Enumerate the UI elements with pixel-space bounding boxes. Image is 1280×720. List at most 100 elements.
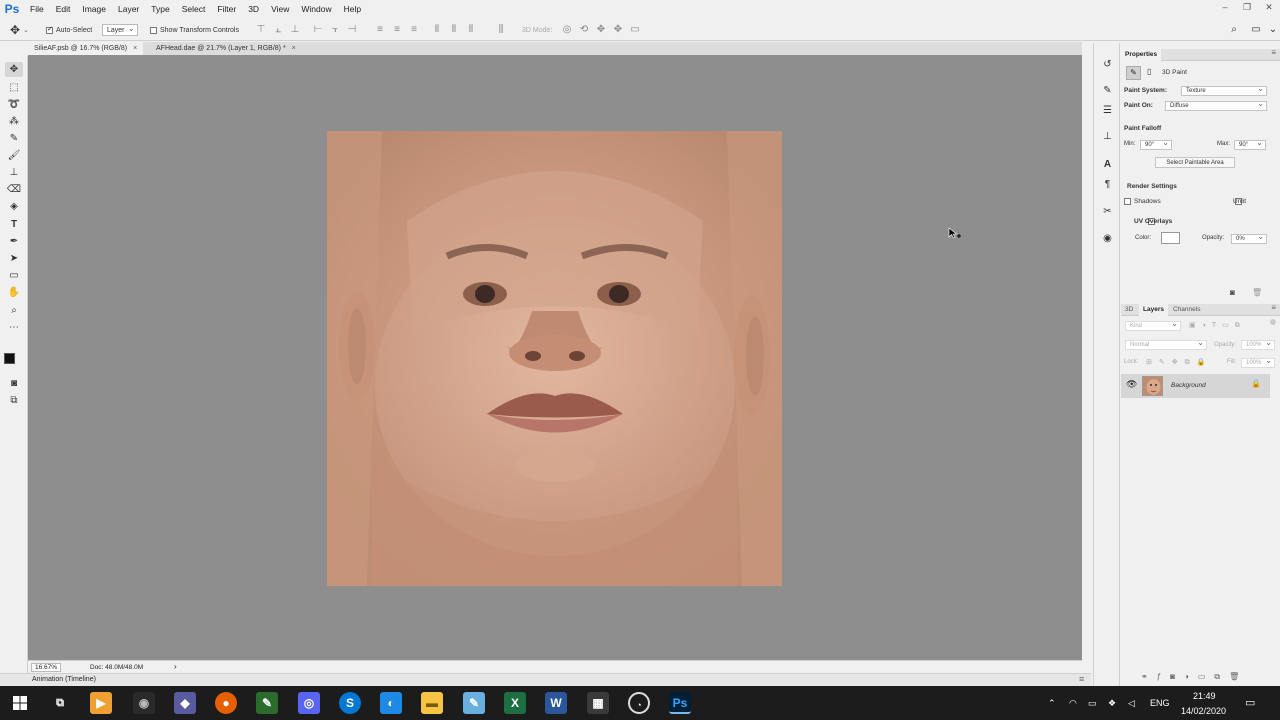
blend-mode-dropdown[interactable]: Normal xyxy=(1125,338,1207,350)
app-notes-icon[interactable]: ✎ xyxy=(463,692,485,714)
photoshop-taskbar-icon[interactable]: Ps xyxy=(669,692,691,714)
obs-icon[interactable]: ◔ xyxy=(628,692,650,714)
align-top-icon[interactable]: ⊤ xyxy=(256,24,266,35)
menu-layer[interactable]: Layer xyxy=(112,0,145,18)
menu-filter[interactable]: Filter xyxy=(211,0,242,18)
lasso-tool-icon[interactable]: ➰ xyxy=(5,97,23,112)
clone-source-icon[interactable]: ⊥ xyxy=(1100,129,1115,144)
media-player-icon[interactable]: ▶ xyxy=(90,692,112,714)
align-hcenter-icon[interactable]: ⫟ xyxy=(330,24,340,35)
menu-edit[interactable]: Edit xyxy=(50,0,77,18)
tab-layers[interactable]: Layers xyxy=(1139,304,1168,316)
menu-3d[interactable]: 3D xyxy=(242,0,265,18)
pan-3d-icon[interactable]: ✥ xyxy=(596,24,606,35)
menu-type[interactable]: Type xyxy=(145,0,175,18)
align-vcenter-icon[interactable]: ⫠ xyxy=(273,24,283,35)
paint-bucket-tool-icon[interactable]: ◈ xyxy=(5,199,23,214)
timeline-label[interactable]: Animation (Timeline) xyxy=(32,676,96,683)
panel-menu-icon[interactable]: ≡ xyxy=(1271,303,1276,312)
new-layer-icon[interactable]: ⧉ xyxy=(1214,672,1229,681)
hand-tool-icon[interactable]: ✋ xyxy=(5,285,23,300)
layer-style-icon[interactable]: ƒ xyxy=(1157,672,1170,681)
more-tools-icon[interactable]: ⋯ xyxy=(5,320,23,335)
language-indicator[interactable]: ENG xyxy=(1150,686,1170,720)
battery-icon[interactable]: ▭ xyxy=(1088,686,1097,720)
paragraph-icon[interactable]: ¶ xyxy=(1100,177,1115,192)
file-explorer-icon[interactable]: ▬ xyxy=(421,692,443,714)
overlay-opacity-field[interactable]: 0% xyxy=(1231,232,1267,244)
tools-preset-icon[interactable]: ✂ xyxy=(1100,204,1115,219)
foreground-color-swatch[interactable] xyxy=(4,353,15,364)
tab-3d[interactable]: 3D xyxy=(1121,304,1137,316)
notifications-icon[interactable]: ▭ xyxy=(1245,686,1255,720)
app-browser-icon[interactable]: ◐ xyxy=(380,692,402,714)
calculator-icon[interactable]: ▦ xyxy=(587,692,609,714)
tab-channels[interactable]: Channels xyxy=(1169,304,1204,316)
menu-image[interactable]: Image xyxy=(76,0,112,18)
stamp-tool-icon[interactable]: ⊥ xyxy=(5,165,23,180)
close-tab-icon[interactable]: × xyxy=(292,45,296,52)
quick-mask-icon[interactable]: ◙ xyxy=(5,376,23,391)
eyedropper-tool-icon[interactable]: ✎ xyxy=(5,131,23,146)
pen-tool-icon[interactable]: ✒ xyxy=(5,234,23,249)
menu-help[interactable]: Help xyxy=(338,0,367,18)
app-editor-icon[interactable]: ✎ xyxy=(256,692,278,714)
render-icon[interactable]: ◙ xyxy=(1230,288,1235,297)
history-icon[interactable]: ↺ xyxy=(1100,57,1115,72)
menu-file[interactable]: File xyxy=(24,0,50,18)
roll-3d-icon[interactable]: ⟲ xyxy=(579,24,589,35)
distribute-bottom-icon[interactable]: ≡ xyxy=(409,24,419,35)
distribute-left-icon[interactable]: ⦀ xyxy=(432,24,442,35)
trash-icon[interactable]: 🗑 xyxy=(1252,288,1262,297)
slide-3d-icon[interactable]: ✥ xyxy=(613,24,623,35)
face-texture-image[interactable] xyxy=(327,131,782,586)
tab-silieaf[interactable]: SilieAF.psb @ 16.7% (RGB/8) × xyxy=(28,42,144,55)
dropbox-icon[interactable]: ❖ xyxy=(1108,686,1116,720)
distribute-hcenter-icon[interactable]: ⦀ xyxy=(449,24,459,35)
app-sphere-icon[interactable]: ◉ xyxy=(133,692,155,714)
max-angle-field[interactable]: 90° xyxy=(1234,138,1266,150)
rectangle-tool-icon[interactable]: ▭ xyxy=(5,268,23,283)
distribute-top-icon[interactable]: ≡ xyxy=(375,24,385,35)
align-left-icon[interactable]: ⊢ xyxy=(313,24,323,35)
fill-field[interactable]: 100% xyxy=(1241,356,1275,368)
eraser-tool-icon[interactable]: ⌫ xyxy=(5,182,23,197)
3d-materials-icon[interactable]: ◉ xyxy=(1100,231,1115,246)
distribute-right-icon[interactable]: ⦀ xyxy=(466,24,476,35)
restore-button[interactable]: ❐ xyxy=(1236,0,1258,18)
layer-opacity-field[interactable]: 100% xyxy=(1241,338,1275,350)
auto-align-icon[interactable]: ⫼ xyxy=(496,24,506,35)
skype-icon[interactable]: S xyxy=(339,692,361,714)
marquee-tool-icon[interactable]: ⬚ xyxy=(5,80,23,95)
min-angle-field[interactable]: 90° xyxy=(1140,138,1172,150)
delete-layer-icon[interactable]: 🗑 xyxy=(1229,672,1248,681)
kind-filter-dropdown[interactable]: Kind xyxy=(1125,319,1181,331)
screen-mode-icon[interactable]: ⧉ xyxy=(5,393,23,408)
minimize-button[interactable]: – xyxy=(1214,0,1236,18)
task-view-icon[interactable]: ⧉ xyxy=(49,692,71,714)
tab-afhead[interactable]: AFHead.dae @ 21.7% (Layer 1, RGB/8) * × xyxy=(150,42,302,55)
windows-start-icon[interactable] xyxy=(9,692,31,714)
shadows-checkbox[interactable] xyxy=(1124,198,1131,205)
chevron-down-icon[interactable]: ⌄ xyxy=(1268,24,1278,35)
link-layers-icon[interactable]: ⚭ xyxy=(1141,672,1157,681)
workspace-icon[interactable]: ▭ xyxy=(1251,24,1261,35)
excel-icon[interactable]: X xyxy=(504,692,526,714)
tab-properties[interactable]: Properties xyxy=(1121,49,1162,61)
discord-icon[interactable]: ◎ xyxy=(298,692,320,714)
paint-on-dropdown[interactable]: Diffuse xyxy=(1165,99,1267,111)
close-button[interactable]: ✕ xyxy=(1258,0,1280,18)
overlay-color-swatch[interactable] xyxy=(1161,232,1180,244)
status-menu-arrow[interactable]: › xyxy=(174,662,177,671)
filter-toggle-icon[interactable] xyxy=(1270,319,1276,325)
search-icon[interactable]: ⌕ xyxy=(1229,24,1239,35)
paint-system-dropdown[interactable]: Texture xyxy=(1181,84,1267,96)
select-paintable-area-button[interactable]: Select Paintable Area xyxy=(1155,157,1235,168)
orbit-3d-icon[interactable]: ◎ xyxy=(562,24,572,35)
clock-date[interactable]: 14/02/2020 xyxy=(1181,694,1226,720)
brush-settings-icon[interactable]: ✎ xyxy=(1100,83,1115,98)
lock-icons[interactable]: ⊞✎✥⧉🔒 xyxy=(1146,358,1212,367)
adjustments-icon[interactable]: ☰ xyxy=(1100,103,1115,118)
network-icon[interactable]: ◠ xyxy=(1069,686,1077,720)
app-blender-icon[interactable]: ◆ xyxy=(174,692,196,714)
